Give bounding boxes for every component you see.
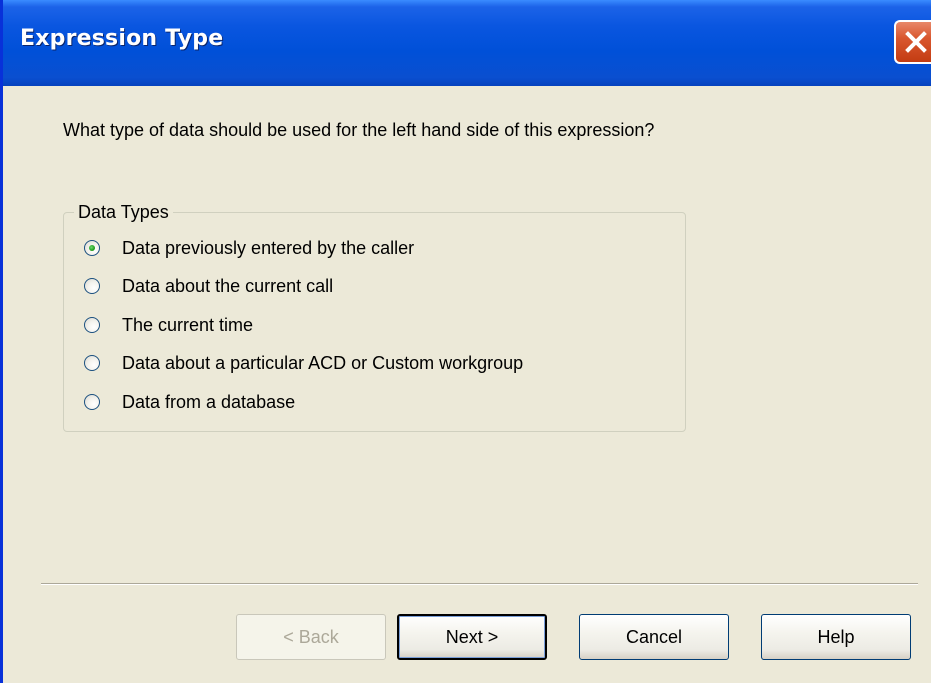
window-title: Expression Type	[20, 26, 224, 51]
radio-option-current-time[interactable]: The current time	[84, 312, 253, 338]
data-types-group: Data Types Data previously entered by th…	[63, 201, 686, 432]
radio-label: Data about the current call	[122, 275, 334, 296]
help-button[interactable]: Help	[761, 614, 911, 660]
radio-option-current-call[interactable]: Data about the current call	[84, 273, 333, 299]
radio-button[interactable]	[84, 394, 100, 410]
radio-button[interactable]	[84, 355, 100, 371]
close-button[interactable]	[894, 20, 931, 64]
question-text: What type of data should be used for the…	[63, 120, 655, 140]
close-icon	[905, 31, 927, 53]
back-button[interactable]: < Back	[236, 614, 386, 660]
cancel-button[interactable]: Cancel	[579, 614, 729, 660]
radio-option-database[interactable]: Data from a database	[84, 389, 295, 415]
radio-label: Data previously entered by the caller	[122, 237, 415, 258]
radio-option-workgroup[interactable]: Data about a particular ACD or Custom wo…	[84, 350, 523, 376]
radio-option-caller-data[interactable]: Data previously entered by the caller	[84, 235, 414, 261]
radio-label: The current time	[122, 314, 254, 335]
separator	[41, 583, 918, 585]
radio-button[interactable]	[84, 240, 100, 256]
expression-type-dialog: Expression Type What type of data should…	[0, 0, 931, 683]
group-legend: Data Types	[74, 201, 173, 223]
next-button[interactable]: Next >	[397, 614, 547, 660]
radio-label: Data about a particular ACD or Custom wo…	[122, 352, 524, 373]
radio-label: Data from a database	[122, 391, 296, 412]
title-bar[interactable]: Expression Type	[3, 0, 931, 86]
radio-button[interactable]	[84, 278, 100, 294]
radio-button[interactable]	[84, 317, 100, 333]
